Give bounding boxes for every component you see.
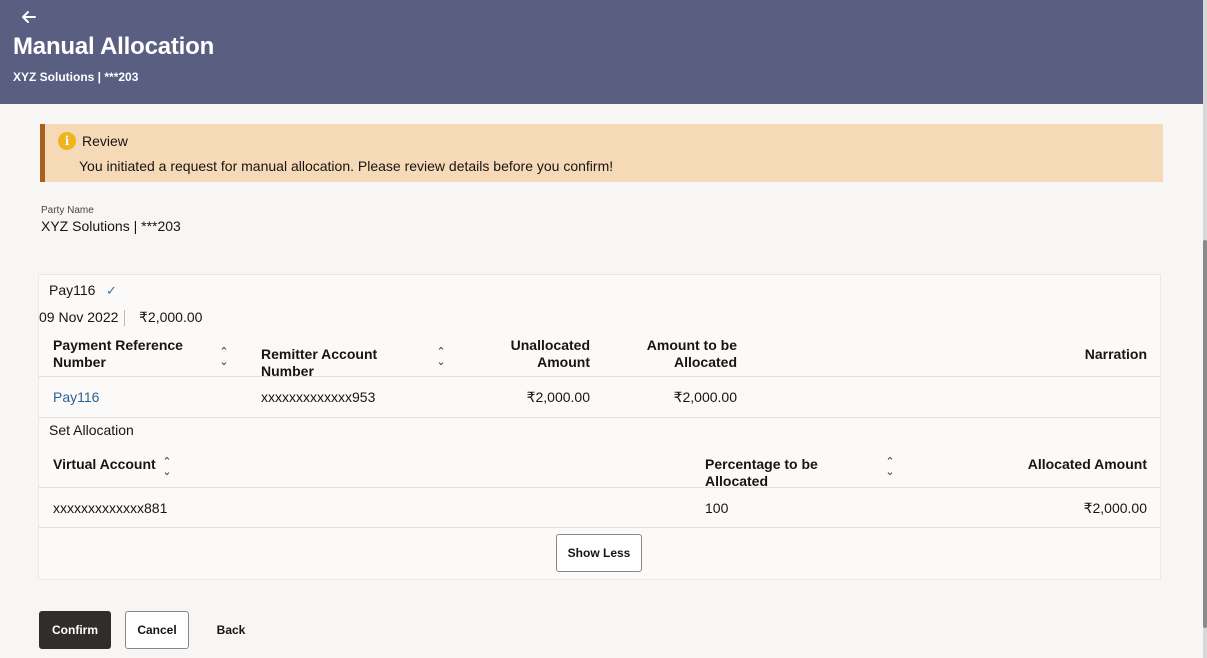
divider: [39, 376, 1160, 377]
remitter-account-cell: xxxxxxxxxxxxx953: [261, 389, 376, 405]
payment-card: Pay116 ✓ 09 Nov 2022 ₹2,000.00 Payment R…: [38, 274, 1161, 580]
divider: [39, 527, 1160, 528]
unallocated-amount-cell: ₹2,000.00: [526, 389, 590, 405]
sort-icon[interactable]: ⌃ ⌄: [884, 457, 896, 478]
amount-to-allocate-cell: ₹2,000.00: [673, 389, 737, 405]
percentage-cell: 100: [705, 500, 729, 516]
virtual-account-cell: xxxxxxxxxxxxx881: [53, 500, 168, 516]
payment-reference-link[interactable]: Pay116: [53, 389, 99, 405]
payment-reference: Pay116: [49, 282, 96, 298]
sort-icon[interactable]: ⌃ ⌄: [435, 347, 447, 368]
column-header-narration: Narration: [1084, 346, 1147, 362]
payment-date: 09 Nov 2022: [39, 309, 119, 325]
back-button[interactable]: Back: [205, 611, 257, 649]
party-name-value: XYZ Solutions | ***203: [41, 218, 181, 234]
info-icon: i: [58, 132, 76, 150]
divider: [124, 310, 125, 326]
sort-icon[interactable]: ⌃ ⌄: [161, 457, 173, 478]
sort-icon[interactable]: ⌃ ⌄: [218, 347, 230, 368]
cancel-button[interactable]: Cancel: [125, 611, 189, 649]
arrow-left-icon[interactable]: [20, 8, 38, 26]
show-less-button[interactable]: Show Less: [556, 534, 642, 572]
column-header-amount-to-allocate: Amount to be Allocated: [646, 337, 737, 370]
column-header-allocated-amount: Allocated Amount: [1027, 456, 1147, 472]
divider: [39, 487, 1160, 488]
check-icon: ✓: [106, 283, 117, 298]
allocated-amount-cell: ₹2,000.00: [1083, 500, 1147, 516]
payment-amount: ₹2,000.00: [139, 309, 203, 325]
page-subtitle: XYZ Solutions | ***203: [13, 70, 139, 84]
alert-title: Review: [82, 133, 128, 149]
column-header-unallocated-amount: Unallocated Amount: [510, 337, 590, 370]
set-allocation-title: Set Allocation: [49, 422, 134, 438]
party-name-label: Party Name: [41, 205, 94, 216]
confirm-button[interactable]: Confirm: [39, 611, 111, 649]
column-header-percentage[interactable]: Percentage to be Allocated: [705, 456, 880, 490]
column-header-virtual-account[interactable]: Virtual Account: [53, 456, 163, 473]
page-header: Manual Allocation XYZ Solutions | ***203: [0, 0, 1203, 104]
alert-message: You initiated a request for manual alloc…: [79, 158, 614, 174]
review-alert: i Review You initiated a request for man…: [40, 124, 1163, 182]
column-header-payment-reference[interactable]: Payment Reference Number: [53, 337, 203, 371]
scrollbar-thumb[interactable]: [1203, 240, 1207, 628]
column-header-remitter-account[interactable]: Remitter Account Number: [261, 346, 431, 380]
page-title: Manual Allocation: [13, 33, 215, 60]
divider: [39, 417, 1160, 418]
